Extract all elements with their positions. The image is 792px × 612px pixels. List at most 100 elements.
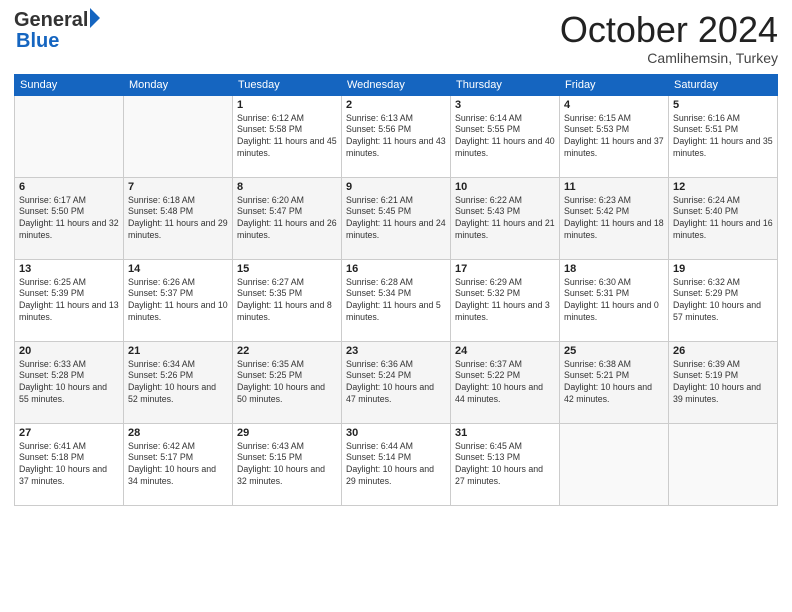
day-number: 8 <box>237 181 337 193</box>
calendar-cell: 10Sunrise: 6:22 AMSunset: 5:43 PMDayligh… <box>451 177 560 259</box>
calendar-cell: 26 Sunrise: 6:39 AMSunset: 5:19 PMDayligh… <box>669 341 778 423</box>
calendar-cell: 11 Sunrise: 6:23 AMSunset: 5:42 PMDayligh… <box>560 177 669 259</box>
day-info: Sunrise: 6:45 AMSunset: 5:13 PMDaylight:… <box>455 441 555 489</box>
calendar-cell <box>15 95 124 177</box>
day-number: 27 <box>19 427 119 439</box>
calendar-week-2: 6 Sunrise: 6:17 AMSunset: 5:50 PMDaylight… <box>15 177 778 259</box>
day-number: 30 <box>346 427 446 439</box>
col-sunday: Sunday <box>15 74 124 95</box>
calendar-cell: 29Sunrise: 6:43 AMSunset: 5:15 PMDayligh… <box>233 423 342 505</box>
logo-general-text: General <box>14 10 88 30</box>
day-info: Sunrise: 6:33 AMSunset: 5:28 PMDaylight:… <box>19 359 119 407</box>
logo-triangle-icon <box>90 8 100 28</box>
day-number: 24 <box>455 345 555 357</box>
day-info: Sunrise: 6:39 AMSunset: 5:19 PMDaylight:… <box>673 359 773 407</box>
col-friday: Friday <box>560 74 669 95</box>
calendar-cell: 25 Sunrise: 6:38 AMSunset: 5:21 PMDayligh… <box>560 341 669 423</box>
calendar-cell: 4Sunrise: 6:15 AMSunset: 5:53 PMDaylight… <box>560 95 669 177</box>
day-info: Sunrise: 6:35 AMSunset: 5:25 PMDaylight:… <box>237 359 337 407</box>
calendar-cell: 23Sunrise: 6:36 AMSunset: 5:24 PMDayligh… <box>342 341 451 423</box>
day-info: Sunrise: 6:28 AMSunset: 5:34 PMDaylight:… <box>346 277 446 325</box>
day-number: 20 <box>19 345 119 357</box>
day-number: 25 <box>564 345 664 357</box>
day-number: 26 <box>673 345 773 357</box>
day-info: Sunrise: 6:21 AMSunset: 5:45 PMDaylight:… <box>346 195 446 243</box>
day-number: 21 <box>128 345 228 357</box>
day-info: Sunrise: 6:20 AMSunset: 5:47 PMDaylight:… <box>237 195 337 243</box>
day-number: 15 <box>237 263 337 275</box>
calendar-cell <box>560 423 669 505</box>
day-info: Sunrise: 6:27 AMSunset: 5:35 PMDaylight:… <box>237 277 337 325</box>
day-info: Sunrise: 6:23 AMSunset: 5:42 PMDaylight:… <box>564 195 664 243</box>
day-number: 18 <box>564 263 664 275</box>
day-info: Sunrise: 6:26 AMSunset: 5:37 PMDaylight:… <box>128 277 228 325</box>
day-info: Sunrise: 6:24 AMSunset: 5:40 PMDaylight:… <box>673 195 773 243</box>
calendar-cell <box>669 423 778 505</box>
day-number: 9 <box>346 181 446 193</box>
day-info: Sunrise: 6:13 AMSunset: 5:56 PMDaylight:… <box>346 113 446 161</box>
day-number: 1 <box>237 99 337 111</box>
day-number: 10 <box>455 181 555 193</box>
day-info: Sunrise: 6:38 AMSunset: 5:21 PMDaylight:… <box>564 359 664 407</box>
day-number: 6 <box>19 181 119 193</box>
title-block: October 2024 Camlihemsin, Turkey <box>560 10 778 66</box>
day-number: 2 <box>346 99 446 111</box>
calendar-header-row: Sunday Monday Tuesday Wednesday Thursday… <box>15 74 778 95</box>
calendar: Sunday Monday Tuesday Wednesday Thursday… <box>14 74 778 506</box>
calendar-cell <box>124 95 233 177</box>
day-info: Sunrise: 6:32 AMSunset: 5:29 PMDaylight:… <box>673 277 773 325</box>
calendar-cell: 24Sunrise: 6:37 AMSunset: 5:22 PMDayligh… <box>451 341 560 423</box>
day-number: 5 <box>673 99 773 111</box>
day-number: 16 <box>346 263 446 275</box>
day-number: 28 <box>128 427 228 439</box>
calendar-week-5: 27 Sunrise: 6:41 AMSunset: 5:18 PMDayligh… <box>15 423 778 505</box>
day-number: 4 <box>564 99 664 111</box>
day-info: Sunrise: 6:41 AMSunset: 5:18 PMDaylight:… <box>19 441 119 489</box>
calendar-cell: 7 Sunrise: 6:18 AMSunset: 5:48 PMDaylight… <box>124 177 233 259</box>
calendar-cell: 14 Sunrise: 6:26 AMSunset: 5:37 PMDayligh… <box>124 259 233 341</box>
day-info: Sunrise: 6:16 AMSunset: 5:51 PMDaylight:… <box>673 113 773 161</box>
day-info: Sunrise: 6:12 AMSunset: 5:58 PMDaylight:… <box>237 113 337 161</box>
day-info: Sunrise: 6:42 AMSunset: 5:17 PMDaylight:… <box>128 441 228 489</box>
day-info: Sunrise: 6:34 AMSunset: 5:26 PMDaylight:… <box>128 359 228 407</box>
day-number: 17 <box>455 263 555 275</box>
calendar-cell: 3 Sunrise: 6:14 AMSunset: 5:55 PMDaylight… <box>451 95 560 177</box>
day-number: 29 <box>237 427 337 439</box>
day-number: 14 <box>128 263 228 275</box>
day-number: 7 <box>128 181 228 193</box>
day-number: 11 <box>564 181 664 193</box>
calendar-cell: 16 Sunrise: 6:28 AMSunset: 5:34 PMDayligh… <box>342 259 451 341</box>
day-info: Sunrise: 6:30 AMSunset: 5:31 PMDaylight:… <box>564 277 664 325</box>
calendar-cell: 21 Sunrise: 6:34 AMSunset: 5:26 PMDayligh… <box>124 341 233 423</box>
calendar-cell: 13Sunrise: 6:25 AMSunset: 5:39 PMDayligh… <box>15 259 124 341</box>
calendar-cell: 2 Sunrise: 6:13 AMSunset: 5:56 PMDaylight… <box>342 95 451 177</box>
day-number: 3 <box>455 99 555 111</box>
calendar-week-4: 20 Sunrise: 6:33 AMSunset: 5:28 PMDayligh… <box>15 341 778 423</box>
header: General Blue October 2024 Camlihemsin, T… <box>14 10 778 66</box>
calendar-cell: 28 Sunrise: 6:42 AMSunset: 5:17 PMDayligh… <box>124 423 233 505</box>
calendar-cell: 18 Sunrise: 6:30 AMSunset: 5:31 PMDayligh… <box>560 259 669 341</box>
calendar-week-1: 1 Sunrise: 6:12 AMSunset: 5:58 PMDaylight… <box>15 95 778 177</box>
day-number: 12 <box>673 181 773 193</box>
calendar-cell: 8 Sunrise: 6:20 AMSunset: 5:47 PMDaylight… <box>233 177 342 259</box>
calendar-cell: 15 Sunrise: 6:27 AMSunset: 5:35 PMDayligh… <box>233 259 342 341</box>
day-number: 31 <box>455 427 555 439</box>
calendar-cell: 27 Sunrise: 6:41 AMSunset: 5:18 PMDayligh… <box>15 423 124 505</box>
calendar-cell: 5 Sunrise: 6:16 AMSunset: 5:51 PMDaylight… <box>669 95 778 177</box>
logo-blue-text: Blue <box>16 30 59 52</box>
calendar-cell: 1 Sunrise: 6:12 AMSunset: 5:58 PMDaylight… <box>233 95 342 177</box>
calendar-cell: 20 Sunrise: 6:33 AMSunset: 5:28 PMDayligh… <box>15 341 124 423</box>
col-thursday: Thursday <box>451 74 560 95</box>
calendar-cell: 6 Sunrise: 6:17 AMSunset: 5:50 PMDaylight… <box>15 177 124 259</box>
calendar-week-3: 13Sunrise: 6:25 AMSunset: 5:39 PMDayligh… <box>15 259 778 341</box>
day-number: 13 <box>19 263 119 275</box>
day-number: 19 <box>673 263 773 275</box>
calendar-cell: 30 Sunrise: 6:44 AMSunset: 5:14 PMDayligh… <box>342 423 451 505</box>
day-info: Sunrise: 6:17 AMSunset: 5:50 PMDaylight:… <box>19 195 119 243</box>
day-info: Sunrise: 6:44 AMSunset: 5:14 PMDaylight:… <box>346 441 446 489</box>
month-title: October 2024 <box>560 10 778 50</box>
subtitle: Camlihemsin, Turkey <box>560 50 778 66</box>
day-info: Sunrise: 6:18 AMSunset: 5:48 PMDaylight:… <box>128 195 228 243</box>
day-info: Sunrise: 6:14 AMSunset: 5:55 PMDaylight:… <box>455 113 555 161</box>
calendar-cell: 17Sunrise: 6:29 AMSunset: 5:32 PMDayligh… <box>451 259 560 341</box>
